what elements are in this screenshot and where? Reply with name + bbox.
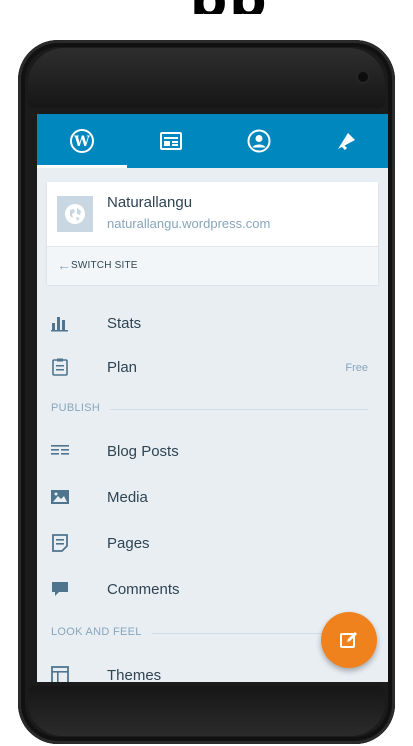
tab-my-sites[interactable]: W: [37, 114, 127, 168]
menu-label-blog-posts: Blog Posts: [107, 443, 179, 460]
app-screen: W Naturallangu naturallangu.wordpress.co…: [37, 114, 388, 682]
site-icon: [57, 196, 93, 232]
menu-label-plan: Plan: [107, 359, 138, 376]
plan-badge: Free: [345, 362, 368, 374]
menu-label-themes: Themes: [107, 667, 162, 682]
switch-site-button[interactable]: ← SWITCH SITE: [47, 246, 378, 285]
switch-site-label: SWITCH SITE: [71, 260, 138, 271]
menu-item-plan[interactable]: Plan Free: [37, 348, 388, 388]
header-caption: pp: [0, 0, 413, 14]
menu-label-comments: Comments: [107, 581, 180, 598]
phone-bottom-bezel: [28, 686, 385, 736]
section-label-look-and-feel: LOOK AND FEEL: [51, 626, 152, 638]
menu-item-blog-posts[interactable]: Blog Posts: [37, 432, 388, 472]
tab-me[interactable]: [215, 114, 303, 168]
reader-icon: [160, 132, 182, 150]
menu-label-pages: Pages: [107, 535, 150, 552]
media-icon: [51, 490, 69, 504]
section-publish: PUBLISH: [51, 402, 368, 418]
tab-bar: W: [37, 114, 388, 168]
tab-reader[interactable]: [127, 114, 215, 168]
menu-label-media: Media: [107, 489, 148, 506]
header-caption-text: pp: [190, 0, 268, 14]
camera-icon: [358, 72, 368, 82]
menu-item-stats[interactable]: Stats: [37, 304, 388, 344]
arrow-left-icon: ←: [57, 257, 71, 273]
site-url: naturallangu.wordpress.com: [107, 216, 271, 231]
posts-icon: [51, 445, 69, 455]
themes-icon: [51, 666, 69, 682]
pages-icon: [52, 534, 68, 552]
tab-notifications[interactable]: [303, 114, 388, 168]
stats-icon: [51, 317, 68, 332]
active-tab-indicator: [37, 165, 127, 168]
notifications-icon: [337, 133, 355, 150]
edit-icon: [340, 632, 357, 648]
globe-icon: [65, 204, 85, 224]
svg-text:W: W: [73, 134, 90, 150]
menu-item-comments[interactable]: Comments: [37, 570, 388, 610]
section-label-publish: PUBLISH: [51, 402, 111, 414]
plan-icon: [52, 358, 68, 376]
profile-icon: [247, 129, 271, 153]
phone-top-bezel: [28, 48, 385, 108]
menu-item-pages[interactable]: Pages: [37, 524, 388, 564]
site-card[interactable]: Naturallangu naturallangu.wordpress.com …: [47, 182, 378, 285]
menu-label-stats: Stats: [107, 315, 142, 332]
new-post-button[interactable]: [321, 612, 377, 668]
site-name: Naturallangu: [107, 194, 193, 211]
menu-item-media[interactable]: Media: [37, 478, 388, 518]
wordpress-icon: W: [70, 129, 94, 153]
comments-icon: [52, 582, 68, 596]
